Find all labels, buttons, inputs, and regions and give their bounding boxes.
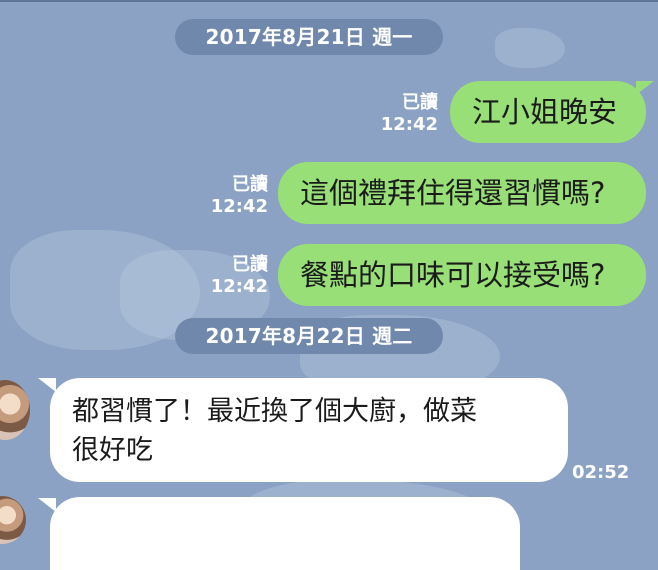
message-text-line: 很好吃: [72, 435, 153, 466]
message-meta: 已讀 12:42: [200, 174, 268, 218]
bubble-tail: [636, 81, 654, 95]
top-divider: [0, 0, 658, 2]
message-meta: 已讀 12:42: [370, 92, 438, 136]
message-bubble-outgoing[interactable]: 餐點的口味可以接受嗎?: [278, 244, 646, 306]
bubble-tail: [38, 378, 56, 392]
bubble-tail: [38, 498, 56, 512]
read-status: 已讀: [232, 174, 268, 195]
message-bubble-outgoing[interactable]: 江小姐晚安: [450, 81, 646, 143]
message-bubble-incoming-partial[interactable]: [50, 497, 520, 570]
message-bubble-outgoing[interactable]: 這個禮拜住得還習慣嗎?: [278, 162, 646, 224]
wallpaper-cloud: [495, 28, 565, 68]
message-time: 12:42: [210, 276, 268, 297]
message-time: 12:42: [210, 196, 268, 217]
message-meta: 已讀 12:42: [200, 254, 268, 298]
contact-avatar[interactable]: [0, 496, 26, 544]
message-time: 12:42: [380, 114, 438, 135]
date-separator: 2017年8月21日 週一: [175, 19, 443, 55]
date-separator: 2017年8月22日 週二: [175, 318, 443, 354]
message-time: 02:52: [572, 462, 630, 483]
message-bubble-incoming[interactable]: 都習慣了！最近換了個大廚，做菜 很好吃: [50, 378, 568, 482]
read-status: 已讀: [402, 92, 438, 113]
read-status: 已讀: [232, 254, 268, 275]
message-text-line: 都習慣了！最近換了個大廚，做菜: [72, 396, 477, 427]
contact-avatar[interactable]: [0, 380, 30, 440]
